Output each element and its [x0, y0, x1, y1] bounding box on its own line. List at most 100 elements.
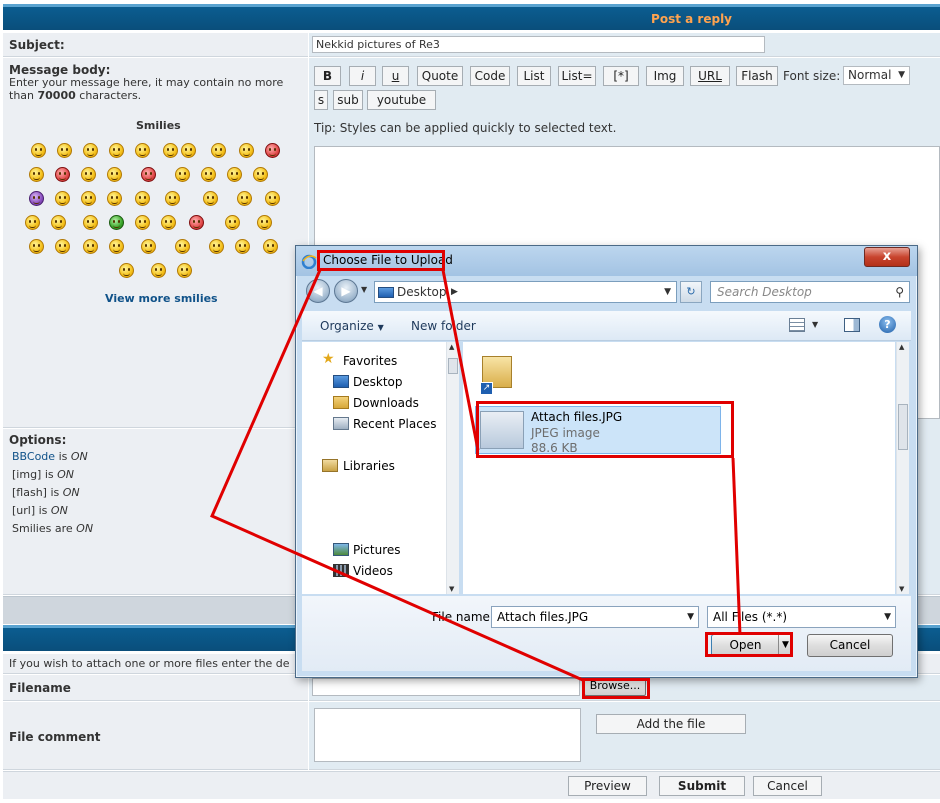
smiley-icon[interactable]	[237, 191, 252, 206]
chevron-down-icon[interactable]: ▼	[884, 607, 891, 627]
scroll-thumb[interactable]	[448, 358, 458, 374]
smiley-icon[interactable]	[141, 167, 156, 182]
smiley-icon[interactable]	[51, 215, 66, 230]
smiley-icon[interactable]	[253, 167, 268, 182]
smiley-icon[interactable]	[177, 263, 192, 278]
smiley-icon[interactable]	[263, 239, 278, 254]
subject-input[interactable]: Nekkid pictures of Re3	[312, 36, 765, 53]
strike-button[interactable]: s	[314, 90, 328, 110]
smiley-icon[interactable]	[29, 191, 44, 206]
cancel-post-button[interactable]: Cancel	[753, 776, 822, 796]
smiley-icon[interactable]	[151, 263, 166, 278]
smiley-icon[interactable]	[163, 143, 178, 158]
smiley-icon[interactable]	[55, 239, 70, 254]
smiley-icon[interactable]	[135, 215, 150, 230]
smiley-icon[interactable]	[107, 191, 122, 206]
italic-button[interactable]: i	[349, 66, 376, 86]
smiley-icon[interactable]	[141, 239, 156, 254]
smiley-icon[interactable]	[265, 143, 280, 158]
file-type-filter[interactable]: All Files (*.*) ▼	[707, 606, 896, 628]
smiley-icon[interactable]	[165, 191, 180, 206]
scroll-up-icon[interactable]: ▲	[899, 343, 904, 351]
nav-desktop[interactable]: Desktop	[353, 375, 403, 389]
preview-pane-icon[interactable]	[844, 318, 860, 332]
refresh-button[interactable]: ↻	[680, 281, 702, 303]
smiley-icon[interactable]	[227, 167, 242, 182]
smiley-icon[interactable]	[55, 191, 70, 206]
file-name-input[interactable]: Attach files.JPG ▼	[491, 606, 699, 628]
smiley-icon[interactable]	[181, 143, 196, 158]
smiley-icon[interactable]	[81, 167, 96, 182]
smiley-icon[interactable]	[239, 143, 254, 158]
font-size-select[interactable]: Normal ▼	[843, 66, 910, 85]
chevron-down-icon[interactable]: ▼	[687, 607, 694, 627]
smiley-icon[interactable]	[107, 167, 122, 182]
forward-button[interactable]: ▶	[334, 279, 358, 303]
nav-pictures[interactable]: Pictures	[353, 543, 401, 557]
address-dropdown-icon[interactable]: ▼	[664, 282, 671, 302]
organize-menu[interactable]: Organize ▼	[320, 319, 384, 333]
smiley-icon[interactable]	[211, 143, 226, 158]
smiley-icon[interactable]	[175, 167, 190, 182]
list-button[interactable]: List	[517, 66, 551, 86]
smiley-icon[interactable]	[257, 215, 272, 230]
smiley-icon[interactable]	[29, 167, 44, 182]
url-button[interactable]: URL	[690, 66, 730, 86]
smiley-icon[interactable]	[265, 191, 280, 206]
smiley-icon[interactable]	[81, 191, 96, 206]
nav-downloads[interactable]: Downloads	[353, 396, 419, 410]
smiley-icon[interactable]	[203, 191, 218, 206]
img-button[interactable]: Img	[646, 66, 684, 86]
bbcode-link[interactable]: BBCode	[12, 450, 55, 463]
dialog-cancel-button[interactable]: Cancel	[807, 634, 893, 657]
smiley-icon[interactable]	[55, 167, 70, 182]
nav-videos[interactable]: Videos	[353, 564, 393, 578]
bold-button[interactable]: B	[314, 66, 341, 86]
folder-shortcut-item[interactable]: ↗	[480, 350, 512, 395]
sub-button[interactable]: sub	[333, 90, 363, 110]
search-input[interactable]: Search Desktop ⚲	[710, 281, 910, 303]
smiley-icon[interactable]	[189, 215, 204, 230]
file-list-scrollbar[interactable]: ▲ ▼	[896, 342, 909, 594]
nav-favorites[interactable]: Favorites	[343, 354, 397, 368]
history-dropdown-icon[interactable]: ▼	[361, 285, 367, 294]
submit-button[interactable]: Submit	[659, 776, 745, 796]
new-folder-button[interactable]: New folder	[411, 319, 476, 333]
list-item-button[interactable]: [*]	[603, 66, 639, 86]
add-file-button[interactable]: Add the file	[596, 714, 746, 734]
smiley-icon[interactable]	[209, 239, 224, 254]
back-button[interactable]: ◀	[306, 279, 330, 303]
smiley-icon[interactable]	[161, 215, 176, 230]
breadcrumb-chevron-icon[interactable]: ▶	[451, 282, 458, 302]
smiley-icon[interactable]	[175, 239, 190, 254]
smiley-icon[interactable]	[57, 143, 72, 158]
youtube-button[interactable]: youtube	[367, 90, 436, 110]
preview-button[interactable]: Preview	[568, 776, 647, 796]
smiley-icon[interactable]	[119, 263, 134, 278]
code-button[interactable]: Code	[470, 66, 510, 86]
underline-button[interactable]: u	[382, 66, 409, 86]
smiley-icon[interactable]	[31, 143, 46, 158]
nav-libraries[interactable]: Libraries	[343, 459, 395, 473]
smiley-icon[interactable]	[225, 215, 240, 230]
smiley-icon[interactable]	[83, 143, 98, 158]
smiley-icon[interactable]	[109, 215, 124, 230]
filename-input[interactable]	[312, 678, 580, 696]
help-icon[interactable]: ?	[879, 316, 896, 333]
file-comment-textarea[interactable]	[314, 708, 581, 762]
smiley-icon[interactable]	[235, 239, 250, 254]
close-button[interactable]: x	[864, 247, 910, 267]
scroll-down-icon[interactable]: ▼	[899, 585, 904, 593]
smiley-icon[interactable]	[25, 215, 40, 230]
smiley-icon[interactable]	[109, 239, 124, 254]
nav-recent-places[interactable]: Recent Places	[353, 417, 436, 431]
smiley-icon[interactable]	[135, 143, 150, 158]
smiley-icon[interactable]	[29, 239, 44, 254]
smiley-icon[interactable]	[109, 143, 124, 158]
view-options-icon[interactable]	[789, 318, 805, 332]
view-dropdown-icon[interactable]: ▼	[812, 320, 818, 329]
scroll-up-icon[interactable]: ▲	[449, 343, 454, 351]
nav-scrollbar[interactable]: ▲ ▼	[446, 342, 459, 594]
list-numbered-button[interactable]: List=	[558, 66, 596, 86]
smiley-icon[interactable]	[83, 239, 98, 254]
